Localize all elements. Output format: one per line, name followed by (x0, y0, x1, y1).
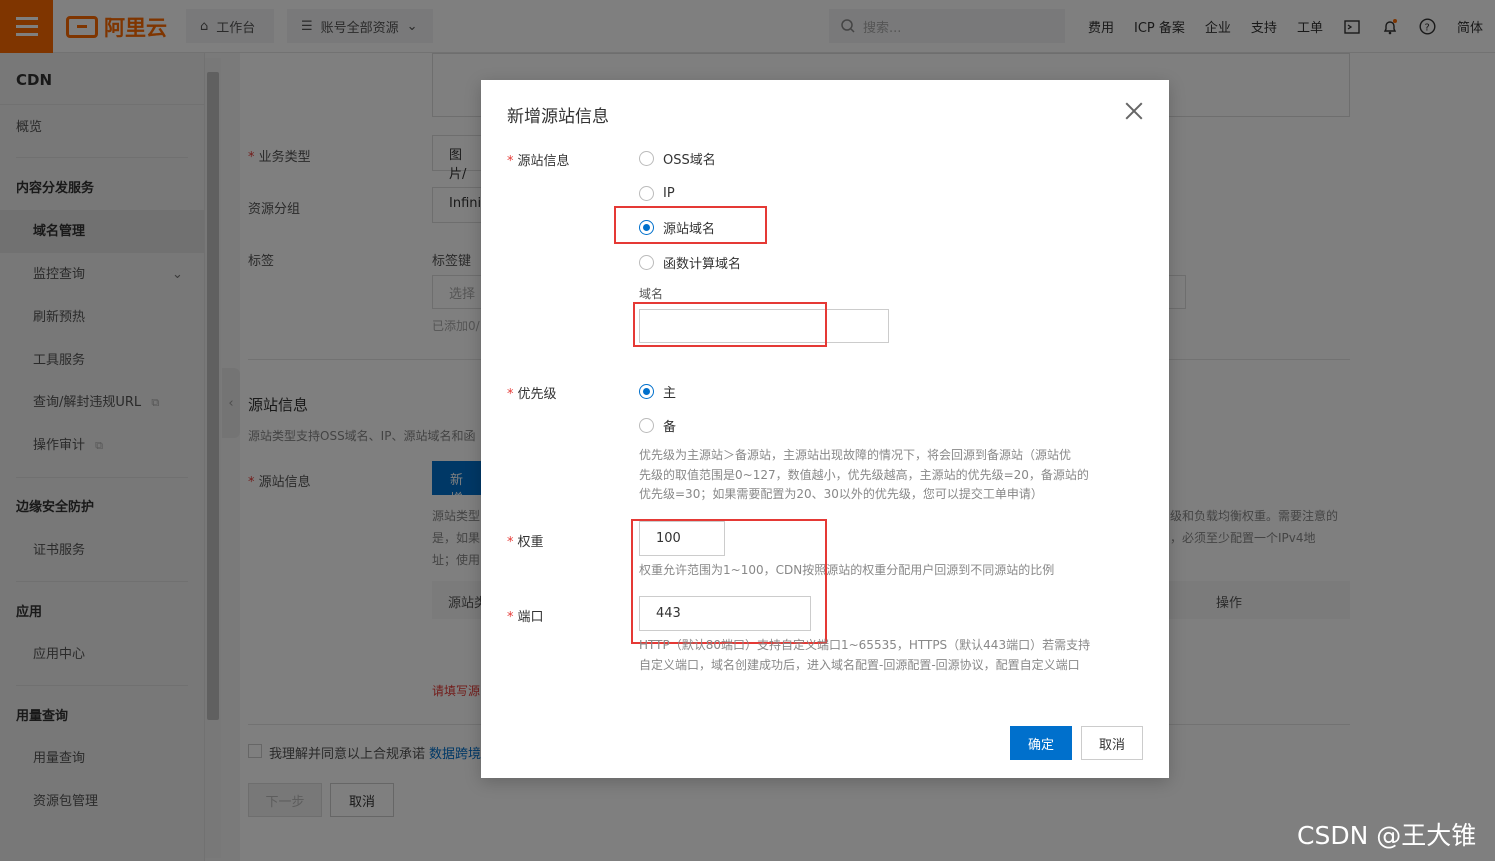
port-help-line-1: HTTP（默认80端口）支持自定义端口1~65535，HTTPS（默认443端口… (639, 638, 1091, 652)
close-icon[interactable] (1123, 100, 1145, 122)
radio-ip-label: IP (663, 185, 675, 201)
confirm-button[interactable]: 确定 (1010, 726, 1072, 760)
radio-circle (639, 417, 654, 433)
add-origin-dialog: 新增源站信息 * 源站信息 OSS域名 IP 源站域名 函数计算域名 域名 * 优先… (481, 80, 1169, 778)
port-field-label: * 端口 (507, 610, 544, 625)
radio-primary-label: 主 (663, 385, 677, 401)
priority-field-label: * 优先级 (507, 387, 557, 402)
origin-info-field-label: * 源站信息 (507, 154, 570, 169)
radio-fc-domain[interactable]: 函数计算域名 (639, 252, 741, 272)
weight-field-label: * 权重 (507, 535, 544, 550)
radio-circle-checked (639, 383, 654, 399)
radio-circle (639, 150, 654, 166)
radio-ip[interactable]: IP (639, 183, 675, 203)
priority-help-line-3: 优先级=30；如果需要配置为20、30以外的优先级，您可以提交工单申请） (639, 487, 1043, 501)
priority-help-line-1: 优先级为主源站＞备源站，主源站出现故障的情况下，将会回源到备源站（源站优 (639, 448, 1072, 462)
priority-help: 优先级为主源站＞备源站，主源站出现故障的情况下，将会回源到备源站（源站优 先级的… (639, 446, 1089, 505)
dialog-cancel-button[interactable]: 取消 (1081, 726, 1143, 760)
priority-help-line-2: 先级的取值范围是0~127，数值越小，优先级越高，主源站的优先级=20，备源站的 (639, 467, 1089, 482)
radio-oss-label: OSS域名 (663, 152, 716, 168)
radio-circle (639, 185, 654, 201)
radio-circle (639, 254, 654, 270)
port-help-line-2: 自定义端口，域名创建成功后，进入域名配置-回源配置-回源协议，配置自定义端口 (639, 657, 1080, 672)
highlight-box-origin-domain (614, 206, 767, 244)
domain-field-label: 域名 (639, 287, 664, 301)
watermark: CSDN @王大锥 (1297, 821, 1477, 850)
radio-fc-label: 函数计算域名 (663, 256, 742, 272)
radio-backup-label: 备 (663, 419, 677, 435)
radio-priority-backup[interactable]: 备 (639, 415, 676, 435)
radio-oss-domain[interactable]: OSS域名 (639, 148, 716, 168)
highlight-box-domain (633, 302, 827, 347)
radio-priority-primary[interactable]: 主 (639, 381, 676, 401)
dialog-title: 新增源站信息 (507, 107, 609, 127)
highlight-box-weight-port (631, 519, 827, 644)
port-help: HTTP（默认80端口）支持自定义端口1~65535，HTTPS（默认443端口… (639, 636, 1090, 675)
